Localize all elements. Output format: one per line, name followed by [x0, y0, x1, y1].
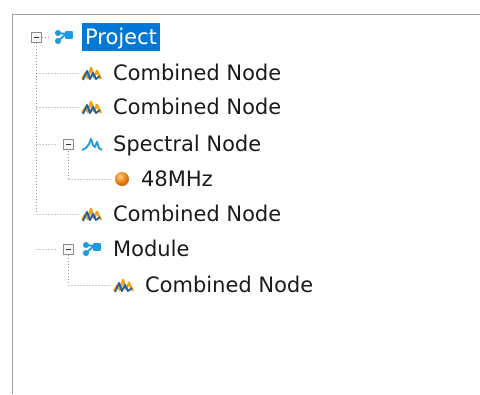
spectral-waveform-icon	[81, 136, 103, 152]
tree-node-label: Combined Node	[145, 273, 314, 297]
tree-node-label: Combined Node	[113, 95, 282, 119]
module-network-icon	[81, 241, 103, 257]
project-expander[interactable]	[31, 32, 42, 43]
tree-node-label: Module	[113, 237, 190, 261]
tree-node-label: 48MHz	[141, 167, 213, 191]
project-network-icon	[53, 29, 75, 45]
tree-node-combined[interactable]: Combined Node	[81, 90, 284, 124]
tree-node-spectral[interactable]: Spectral Node	[81, 127, 264, 161]
tree-node-label: Spectral Node	[113, 132, 262, 156]
combined-node-icon	[81, 65, 103, 81]
tree-node-combined[interactable]: Combined Node	[113, 268, 316, 302]
combined-node-icon	[81, 206, 103, 222]
combined-node-icon	[113, 277, 135, 293]
combined-node-icon	[81, 99, 103, 115]
orange-dot-icon	[113, 171, 131, 187]
tree-node-48mhz[interactable]: 48MHz	[113, 162, 216, 196]
tree-node-label: Project	[82, 23, 160, 51]
tree-node-module[interactable]: Module	[81, 232, 192, 266]
module-expander[interactable]	[63, 244, 74, 255]
tree-node-project[interactable]: Project	[53, 20, 160, 54]
project-tree-panel[interactable]: Project Combined Node Combined Node Spec…	[12, 14, 480, 394]
tree-node-combined[interactable]: Combined Node	[81, 56, 284, 90]
tree-node-label: Combined Node	[113, 202, 282, 226]
spectral-node-expander[interactable]	[63, 139, 74, 150]
tree-node-combined[interactable]: Combined Node	[81, 197, 284, 231]
tree-node-label: Combined Node	[113, 61, 282, 85]
